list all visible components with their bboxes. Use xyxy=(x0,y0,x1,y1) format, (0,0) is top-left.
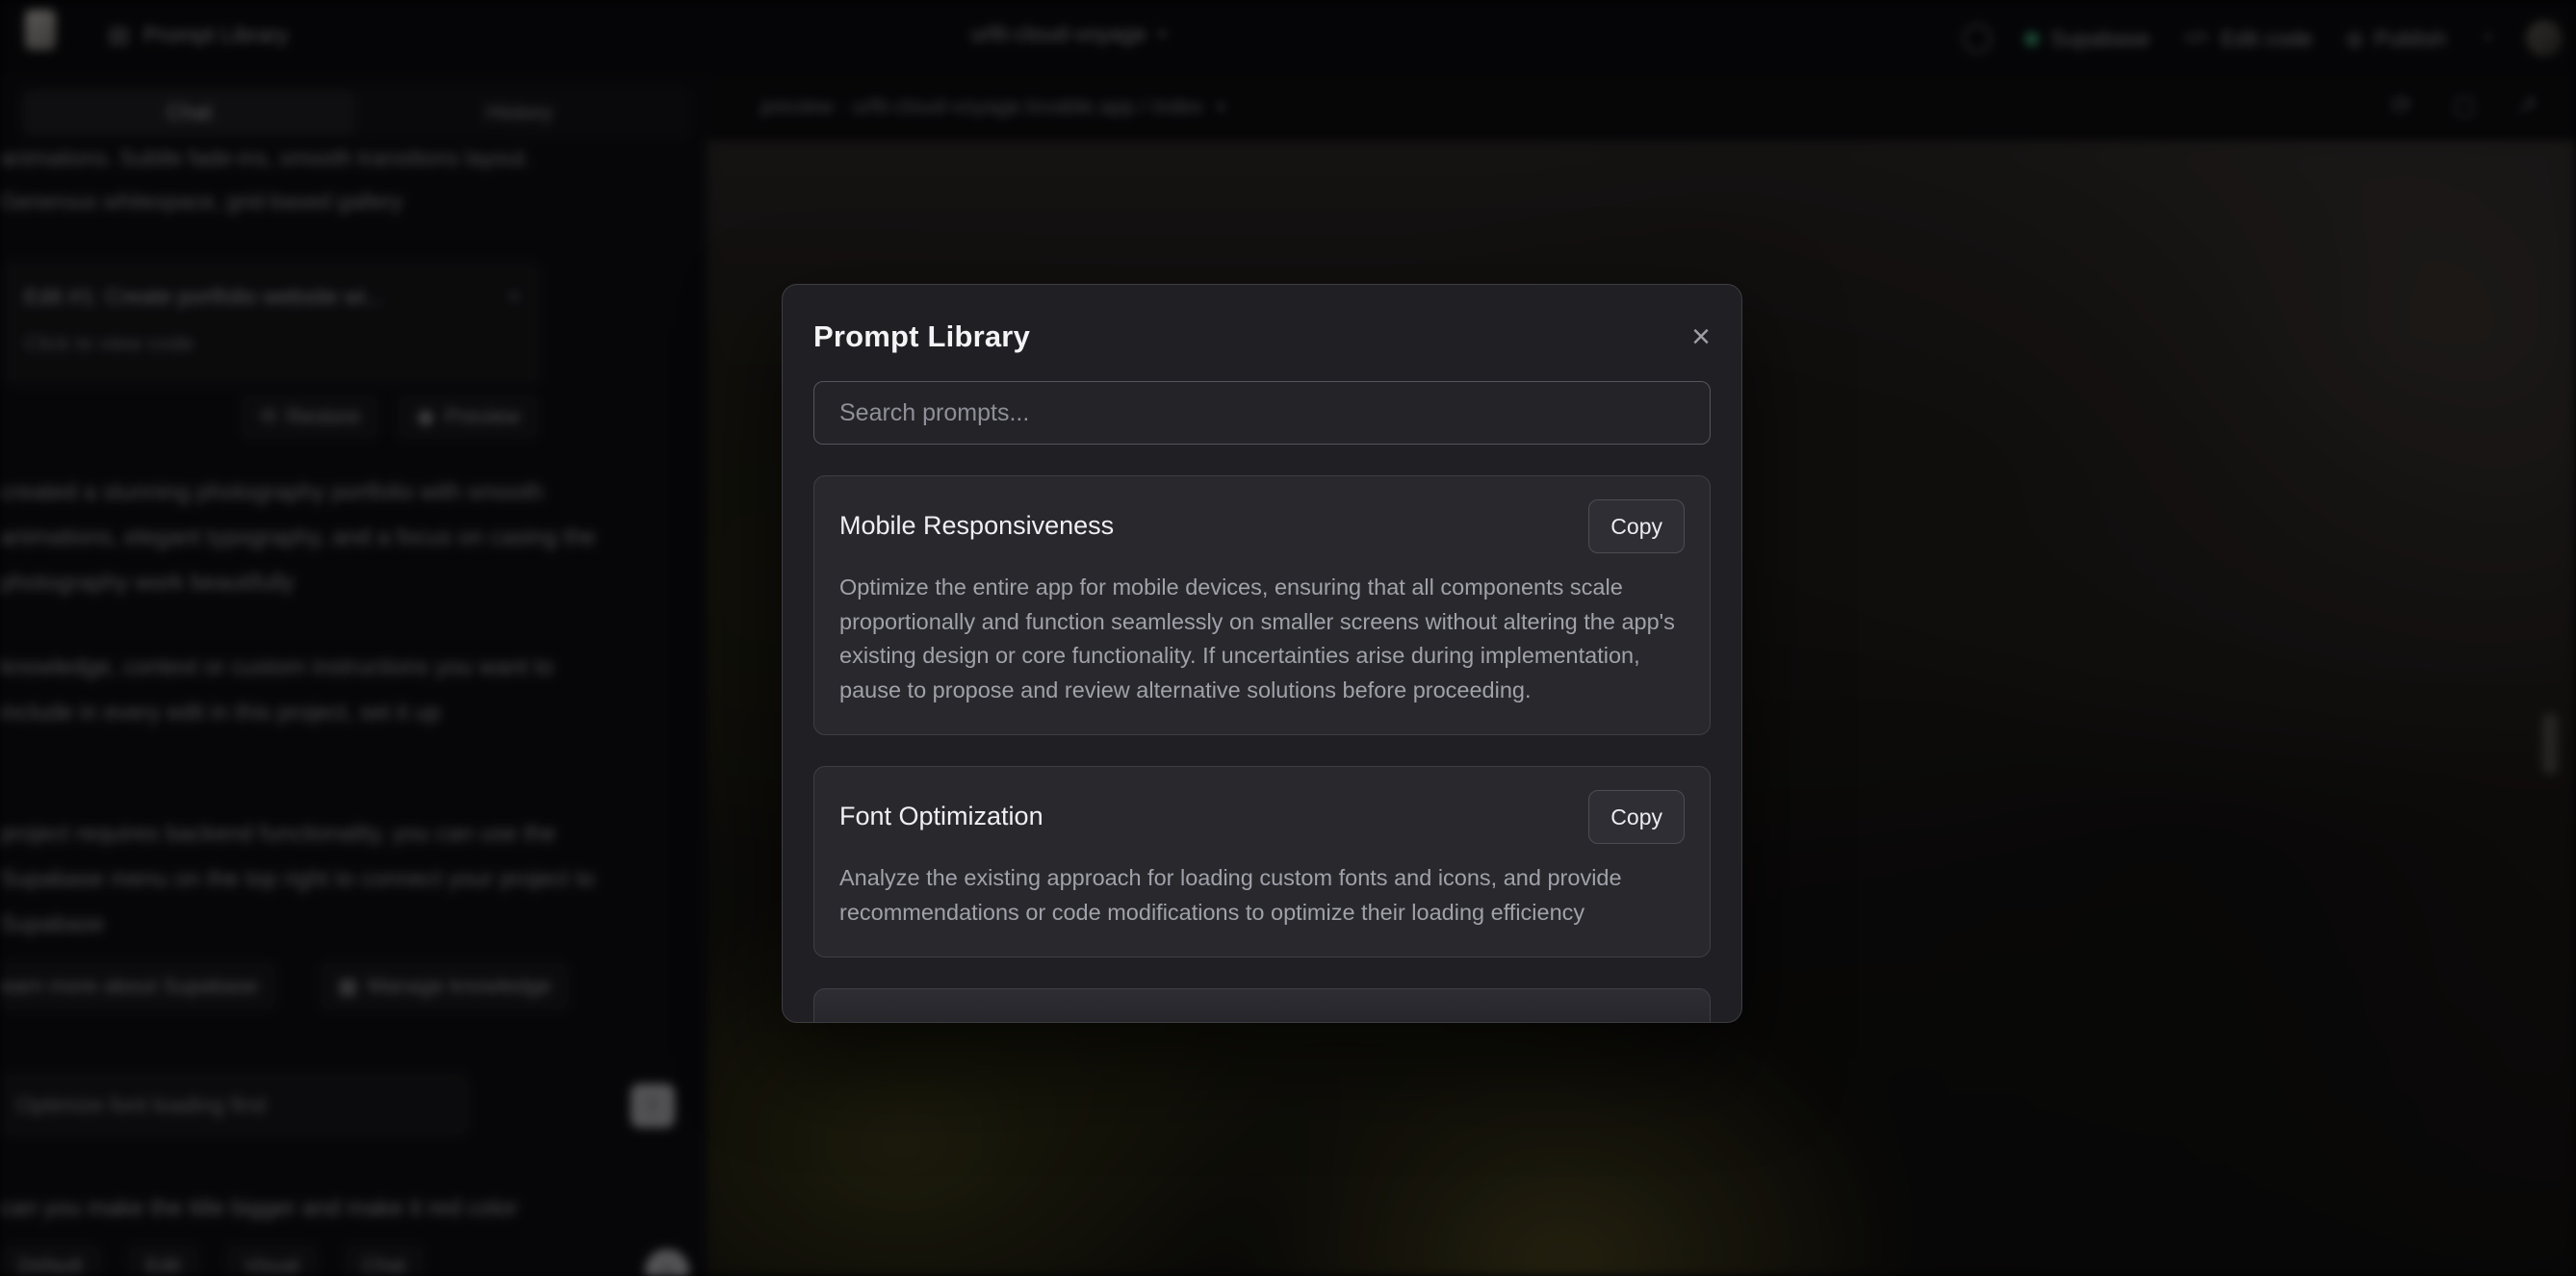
prompt-description: Analyze the existing approach for loadin… xyxy=(839,861,1696,930)
modal-title: Prompt Library xyxy=(813,319,1030,354)
prompt-card: Font Optimization Copy Analyze the exist… xyxy=(813,766,1711,957)
modal-header: Prompt Library × xyxy=(813,319,1711,354)
prompt-card-header: Mobile Responsiveness Copy xyxy=(839,499,1685,553)
copy-button[interactable]: Copy xyxy=(1588,790,1685,844)
prompt-card: Mobile Responsiveness Copy Optimize the … xyxy=(813,475,1711,735)
prompt-library-modal: Prompt Library × Mobile Responsiveness C… xyxy=(782,284,1742,1023)
prompt-description: Optimize the entire app for mobile devic… xyxy=(839,571,1696,707)
prompt-title: Mobile Responsiveness xyxy=(839,499,1114,541)
search-input[interactable] xyxy=(813,381,1711,445)
prompt-title: Font Optimization xyxy=(839,790,1043,831)
close-icon[interactable]: × xyxy=(1691,320,1711,353)
copy-button[interactable]: Copy xyxy=(1588,499,1685,553)
prompt-card-header: Font Optimization Copy xyxy=(839,790,1685,844)
prompt-card-clipped[interactable] xyxy=(813,988,1711,1023)
